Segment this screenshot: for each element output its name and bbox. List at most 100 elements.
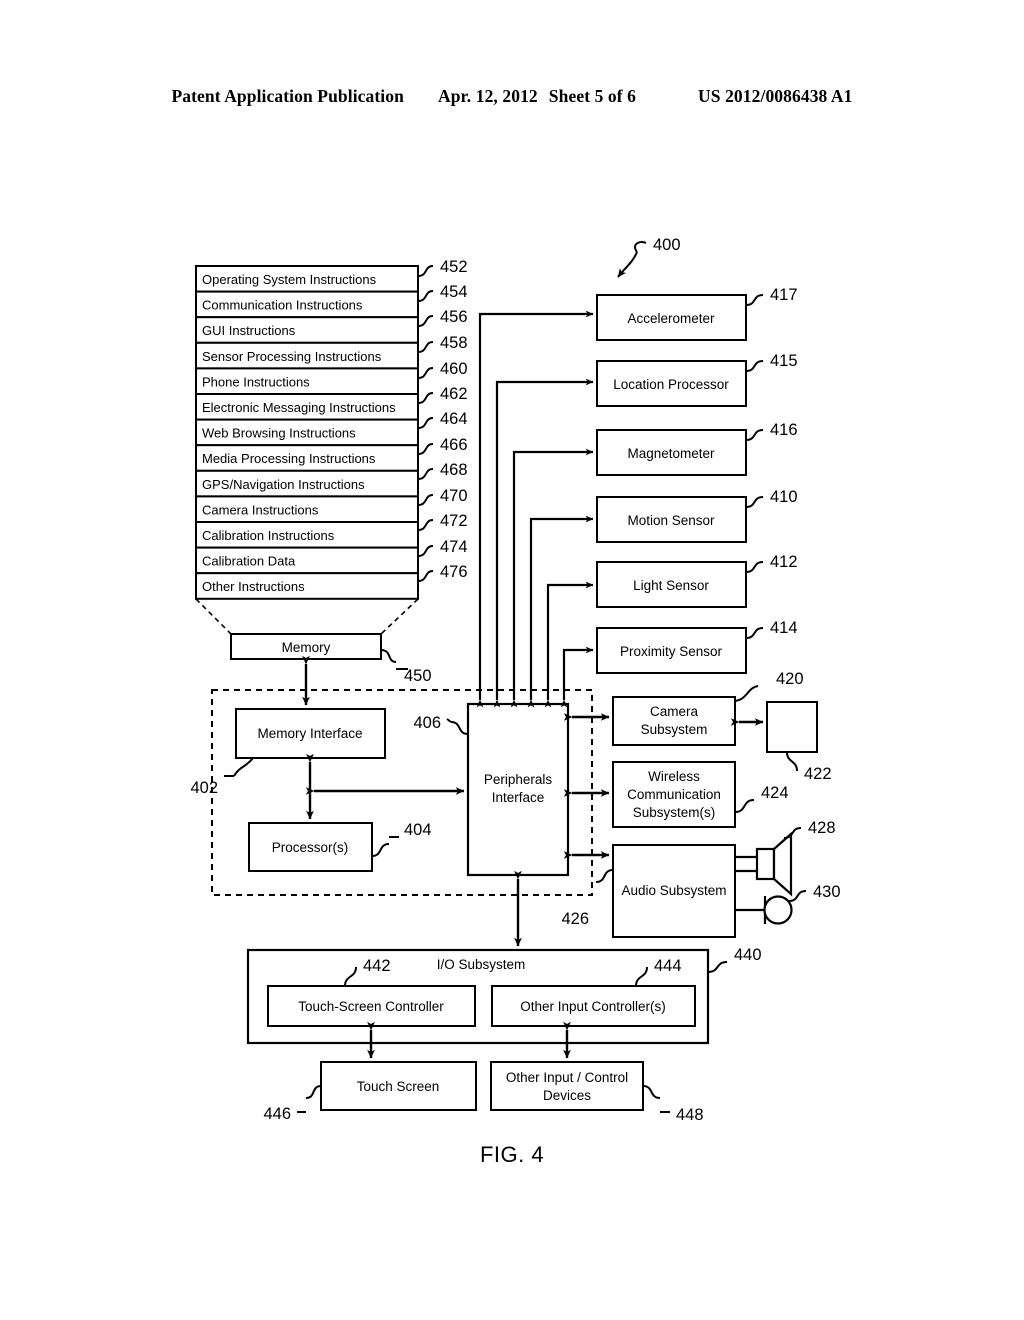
instruction-label: Operating System Instructions [202,272,377,287]
ref-450: 450 [404,667,432,685]
processors-block: Processor(s) 404 [248,753,432,872]
accelerometer-label: Accelerometer [627,311,715,326]
instruction-row: Web Browsing Instructions [195,418,419,447]
ref-454: 454 [440,283,468,301]
sensor-light: Light Sensor 412 [596,553,798,608]
instruction-label: Calibration Instructions [202,528,335,543]
ref-415: 415 [770,352,798,370]
ref-448: 448 [676,1106,704,1124]
ref-410: 410 [770,488,798,506]
ref-456: 456 [440,308,468,326]
ref-428: 428 [808,819,836,837]
motion-sensor-label: Motion Sensor [627,513,715,528]
io-subsystem-label: I/O Subsystem [437,957,526,972]
instruction-label: Sensor Processing Instructions [202,349,382,364]
wireless-label-2: Communication [627,787,721,802]
io-subsystem-block: I/O Subsystem 440 Touch-Screen Controlle… [246,946,762,1045]
figure-caption: FIG. 4 [479,1142,545,1167]
instruction-row: Phone Instructions [195,367,419,395]
instruction-row: GPS/Navigation Instructions [195,469,419,498]
instruction-label: Phone Instructions [202,374,310,389]
instruction-row: Media Processing Instructions [195,444,419,472]
instruction-label: Media Processing Instructions [202,451,376,466]
patent-figure-page: Patent Application Publication Apr. 12, … [0,0,1024,1320]
ref-400: 400 [653,236,681,254]
camera-subsystem-label-1: Camera [650,704,699,719]
ref-422: 422 [804,765,832,783]
sensor-accelerometer: Accelerometer 417 [596,286,798,341]
other-input-devices-label-1: Other Input / Control [506,1070,628,1085]
memory-label: Memory [282,640,331,655]
ref-424: 424 [761,784,789,802]
audio-subsystem-block: Audio Subsystem 426 [561,844,736,938]
instruction-label: GPS/Navigation Instructions [202,477,365,492]
ref-404: 404 [404,821,432,839]
instruction-row: Other Instructions [195,572,419,600]
touch-screen-label: Touch Screen [357,1079,440,1094]
ref-474: 474 [440,538,468,556]
instruction-label: Other Instructions [202,579,305,594]
instruction-row: GUI Instructions [195,316,419,344]
instruction-label: Electronic Messaging Instructions [202,400,396,415]
instruction-ref-leaders: 452 454 456 458 460 462 464 466 468 470 … [417,258,468,582]
ref-406: 406 [413,714,441,732]
proximity-sensor-label: Proximity Sensor [620,644,723,659]
memory-interface-block: Memory Interface 402 [190,708,386,797]
processors-label: Processor(s) [272,840,349,855]
instruction-label: Camera Instructions [202,502,319,517]
sensor-location-processor: Location Processor 415 [596,352,798,407]
instruction-row: Calibration Instructions [195,521,419,549]
instruction-label: Communication Instructions [202,298,363,313]
ref-444: 444 [654,957,682,975]
instruction-label: Calibration Data [202,554,296,569]
ref-460: 460 [440,360,468,378]
ref-412: 412 [770,553,798,571]
camera-subsystem-label-2: Subsystem [641,722,708,737]
ref-476: 476 [440,563,468,581]
peripherals-interface-label-1: Peripherals [484,772,553,787]
wireless-communication-block: Wireless Communication Subsystem(s) 424 [563,761,789,828]
instruction-row: Camera Instructions [195,495,419,523]
ref-458: 458 [440,334,468,352]
location-processor-label: Location Processor [613,377,729,392]
sensor-proximity: Proximity Sensor 414 [596,619,798,674]
ref-420: 420 [776,670,804,688]
wireless-label-1: Wireless [648,769,700,784]
memory-instruction-stack: Operating System Instructions Communicat… [195,258,468,600]
optical-device-block: 422 [730,701,832,783]
instruction-label: GUI Instructions [202,323,296,338]
ref-402: 402 [190,779,218,797]
instruction-row: Operating System Instructions [195,265,419,293]
sensor-bus-routing [476,310,594,708]
ref-430: 430 [813,883,841,901]
ref-446: 446 [263,1105,291,1123]
ref-440: 440 [734,946,762,964]
ref-414: 414 [770,619,798,637]
sensor-motion: Motion Sensor 410 [596,488,798,543]
touch-screen-controller-label: Touch-Screen Controller [298,999,444,1014]
audio-subsystem-label: Audio Subsystem [621,883,726,898]
figure-4-diagram: 400 Operating System Instructions Commun… [190,236,841,1124]
ref-466: 466 [440,436,468,454]
peripherals-interface-label-2: Interface [492,790,545,805]
instruction-row: Sensor Processing Instructions [195,341,419,370]
other-input-devices-label-2: Devices [543,1088,591,1103]
ref-468: 468 [440,461,468,479]
magnetometer-label: Magnetometer [627,446,715,461]
instruction-row: Communication Instructions [195,290,419,319]
ref-472: 472 [440,512,468,530]
ref-417: 417 [770,286,798,304]
ref-442: 442 [363,957,391,975]
system-reference-400: 400 [617,236,681,278]
other-input-controller-label: Other Input Controller(s) [520,999,666,1014]
instruction-label: Web Browsing Instructions [202,426,356,441]
wireless-label-3: Subsystem(s) [633,805,716,820]
ref-452: 452 [440,258,468,276]
ref-426: 426 [561,910,589,928]
instruction-row: Calibration Data [195,546,419,575]
ref-462: 462 [440,385,468,403]
ref-470: 470 [440,487,468,505]
ref-416: 416 [770,421,798,439]
memory-interface-label: Memory Interface [257,726,362,741]
sensor-magnetometer: Magnetometer 416 [596,421,798,476]
